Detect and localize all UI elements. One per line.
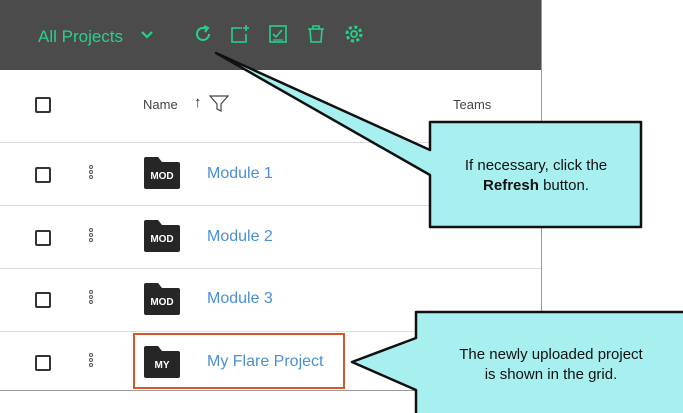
row-checkbox[interactable] [35,167,51,183]
refresh-callout-text: If necessary, click the Refresh button. [464,157,608,194]
select-all-checkbox[interactable] [35,97,51,113]
delete-icon[interactable] [305,23,327,45]
refresh-icon[interactable] [192,23,214,45]
chevron-down-icon[interactable] [140,27,154,46]
more-options-icon[interactable] [89,290,95,305]
row-checkbox[interactable] [35,355,51,371]
more-options-icon[interactable] [89,353,95,368]
new-project-highlight [133,333,345,389]
teams-column-header[interactable]: Teams [453,97,491,112]
toolbar: All Projects [0,0,541,70]
folder-icon: MOD [144,283,180,315]
grid-callout-text: The newly uploaded project is shown in t… [459,346,643,383]
settings-icon[interactable] [343,23,365,45]
folder-icon: MOD [144,220,180,252]
more-options-icon[interactable] [89,228,95,243]
project-link[interactable]: Module 2 [207,228,273,246]
project-link[interactable]: Module 1 [207,165,273,183]
filter-icon[interactable] [208,95,230,118]
sort-ascending-icon[interactable]: ↑ [194,94,202,111]
more-options-icon[interactable] [89,165,95,180]
project-filter-dropdown[interactable]: All Projects [38,27,123,47]
folder-icon: MOD [144,157,180,189]
add-project-icon[interactable] [229,23,251,45]
name-column-header[interactable]: Name [143,97,178,112]
row-checkbox[interactable] [35,292,51,308]
project-link[interactable]: Module 3 [207,290,273,308]
row-checkbox[interactable] [35,230,51,246]
select-all-icon[interactable] [267,23,289,45]
